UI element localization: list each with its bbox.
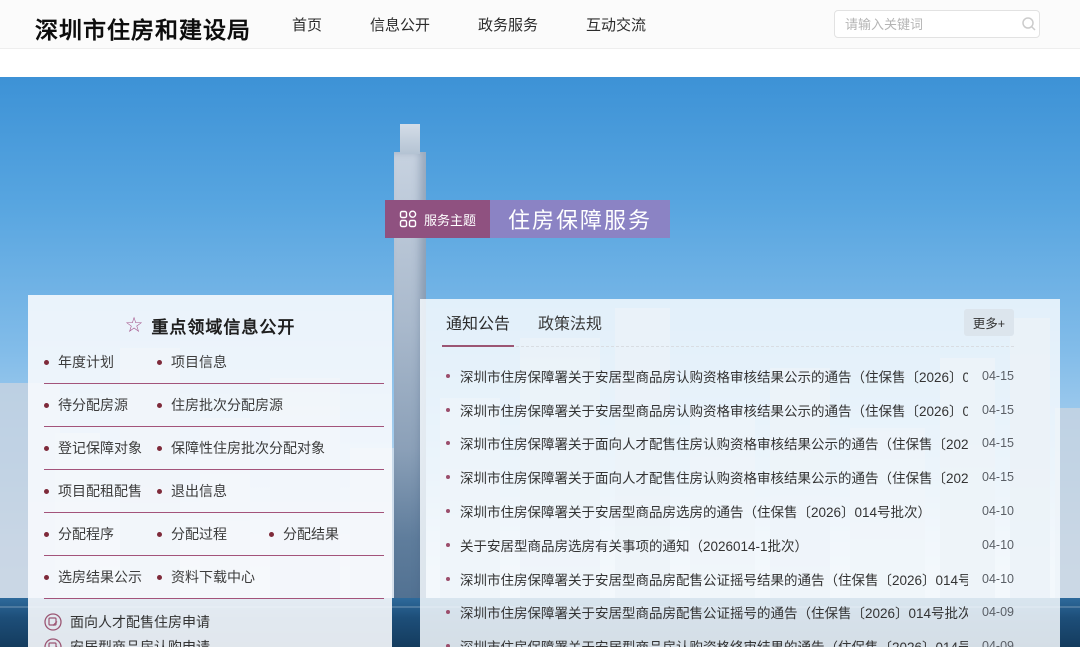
notice-list: 深圳市住房保障署关于安居型商品房认购资格审核结果公示的通告（住保售〔2026〕0… <box>446 359 1014 647</box>
notice-tabbar: 通知公告 政策法规 更多+ <box>446 299 1014 347</box>
info-row: 登记保障对象 保障性住房批次分配对象 <box>44 427 384 470</box>
notice-title: 深圳市住房保障署关于安居型商品房认购资格审核结果公示的通告（住保售〔2026〕0… <box>460 400 968 420</box>
search-icon[interactable] <box>1021 16 1037 32</box>
nav-item-info-disclosure[interactable]: 信息公开 <box>370 14 430 35</box>
site-logo[interactable]: 深圳市住房和建设局 <box>35 11 251 45</box>
notice-date: 04-10 <box>968 538 1014 552</box>
hero-banner: 服务主题 住房保障服务 ☆ 重点领域信息公开 年度计划 项目信息 待分配房源 住… <box>0 77 1080 647</box>
info-link-project-info[interactable]: 项目信息 <box>157 352 227 372</box>
info-link-download-center[interactable]: 资料下载中心 <box>157 567 255 587</box>
tab-policies[interactable]: 政策法规 <box>538 310 602 346</box>
notice-title: 深圳市住房保障署关于安居型商品房配售公证摇号的通告（住保售〔2026〕014号批… <box>460 602 968 622</box>
service-title: 住房保障服务 <box>490 200 670 238</box>
info-row: 选房结果公示 资料下载中心 <box>44 556 384 599</box>
info-row: 项目配租配售 退出信息 <box>44 470 384 513</box>
search-input[interactable] <box>845 17 1021 32</box>
notice-date: 04-15 <box>968 470 1014 484</box>
info-link-alloc-process[interactable]: 分配过程 <box>157 524 269 544</box>
search-box <box>834 10 1040 38</box>
notice-item[interactable]: 深圳市住房保障署关于安居型商品房配售公证摇号的通告（住保售〔2026〕014号批… <box>446 596 1014 630</box>
info-disclosure-panel: ☆ 重点领域信息公开 年度计划 项目信息 待分配房源 住房批次分配房源 登记保障… <box>28 295 392 647</box>
info-link-pending-housing[interactable]: 待分配房源 <box>44 395 157 415</box>
notice-item[interactable]: 深圳市住房保障署关于面向人才配售住房认购资格审核结果公示的通告（住保售〔2026… <box>446 427 1014 461</box>
notice-item[interactable]: 深圳市住房保障署关于安居型商品房选房的通告（住保售〔2026〕014号批次） 0… <box>446 494 1014 528</box>
info-link-registered-targets[interactable]: 登记保障对象 <box>44 438 157 458</box>
panel-title: 重点领域信息公开 <box>151 313 295 338</box>
star-icon: ☆ <box>125 315 144 336</box>
info-link-project-rent-sale[interactable]: 项目配租配售 <box>44 481 157 501</box>
apply-link-anju-housing[interactable]: 安居型商品房认购申请 <box>44 634 392 647</box>
tab-notices[interactable]: 通知公告 <box>446 310 510 346</box>
panel-title-row: ☆ 重点领域信息公开 <box>28 295 392 341</box>
notice-date: 04-10 <box>968 504 1014 518</box>
apply-links: 面向人才配售住房申请 安居型商品房认购申请 new 保障性租赁住房认租申请 <box>44 609 392 647</box>
page: 深圳市住房和建设局 首页 信息公开 政务服务 互动交流 <box>0 0 1080 647</box>
apply-link-label: 面向人才配售住房申请 <box>70 612 210 632</box>
service-theme-tag[interactable]: 服务主题 <box>385 200 490 238</box>
notice-date: 04-10 <box>968 572 1014 586</box>
notice-date: 04-15 <box>968 369 1014 383</box>
header: 深圳市住房和建设局 首页 信息公开 政务服务 互动交流 <box>0 0 1080 49</box>
notice-title: 深圳市住房保障署关于面向人才配售住房认购资格审核结果公示的通告（住保售〔2026… <box>460 467 968 487</box>
main-nav: 首页 信息公开 政务服务 互动交流 <box>292 0 646 49</box>
more-button[interactable]: 更多+ <box>964 309 1014 336</box>
nav-item-home[interactable]: 首页 <box>292 14 322 35</box>
notice-date: 04-15 <box>968 403 1014 417</box>
notice-title: 深圳市住房保障署关于安居型商品房配售公证摇号结果的通告（住保售〔2026〕014… <box>460 569 968 589</box>
info-row: 分配程序 分配过程 分配结果 <box>44 513 384 556</box>
application-form-icon <box>44 638 62 647</box>
apply-link-label: 安居型商品房认购申请 <box>70 637 210 647</box>
service-theme-label: 服务主题 <box>424 210 476 229</box>
notice-item[interactable]: 深圳市住房保障署关于安居型商品房认购资格审核结果公示的通告（住保售〔2026〕0… <box>446 359 1014 393</box>
notice-item[interactable]: 关于安居型商品房选房有关事项的通知（2026014-1批次） 04-10 <box>446 528 1014 562</box>
notice-title: 深圳市住房保障署关于安居型商品房认购资格审核结果公示的通告（住保售〔2026〕0… <box>460 366 968 386</box>
notice-title: 深圳市住房保障署关于安居型商品房认购资格终审结果的通告（住保售〔2026〕014… <box>460 636 968 647</box>
notice-item[interactable]: 深圳市住房保障署关于面向人才配售住房认购资格审核结果公示的通告（住保售〔2026… <box>446 460 1014 494</box>
info-row: 待分配房源 住房批次分配房源 <box>44 384 384 427</box>
notice-item[interactable]: 深圳市住房保障署关于安居型商品房认购资格审核结果公示的通告（住保售〔2026〕0… <box>446 393 1014 427</box>
notice-date: 04-15 <box>968 436 1014 450</box>
info-link-exit-info[interactable]: 退出信息 <box>157 481 227 501</box>
info-link-alloc-procedure[interactable]: 分配程序 <box>44 524 157 544</box>
apply-link-talent-housing[interactable]: 面向人才配售住房申请 <box>44 609 392 634</box>
notice-title: 深圳市住房保障署关于安居型商品房选房的通告（住保售〔2026〕014号批次） <box>460 501 968 521</box>
service-theme-banner: 服务主题 住房保障服务 <box>385 200 670 238</box>
info-link-annual-plan[interactable]: 年度计划 <box>44 352 157 372</box>
grid-icon <box>399 210 417 228</box>
notice-item[interactable]: 深圳市住房保障署关于安居型商品房配售公证摇号结果的通告（住保售〔2026〕014… <box>446 562 1014 596</box>
notice-date: 04-09 <box>968 639 1014 647</box>
info-row: 年度计划 项目信息 <box>44 341 384 384</box>
info-link-selection-publicity[interactable]: 选房结果公示 <box>44 567 157 587</box>
nav-item-gov-services[interactable]: 政务服务 <box>478 14 538 35</box>
notice-item[interactable]: 深圳市住房保障署关于安居型商品房认购资格终审结果的通告（住保售〔2026〕014… <box>446 629 1014 647</box>
notice-date: 04-09 <box>968 605 1014 619</box>
application-form-icon <box>44 613 62 631</box>
info-link-batch-targets[interactable]: 保障性住房批次分配对象 <box>157 438 325 458</box>
info-link-alloc-result[interactable]: 分配结果 <box>269 524 339 544</box>
notice-panel: 通知公告 政策法规 更多+ 深圳市住房保障署关于安居型商品房认购资格审核结果公示… <box>420 299 1060 647</box>
info-link-batch-housing[interactable]: 住房批次分配房源 <box>157 395 283 415</box>
nav-item-interaction[interactable]: 互动交流 <box>586 14 646 35</box>
notice-title: 深圳市住房保障署关于面向人才配售住房认购资格审核结果公示的通告（住保售〔2026… <box>460 433 968 453</box>
notice-title: 关于安居型商品房选房有关事项的通知（2026014-1批次） <box>460 535 968 555</box>
